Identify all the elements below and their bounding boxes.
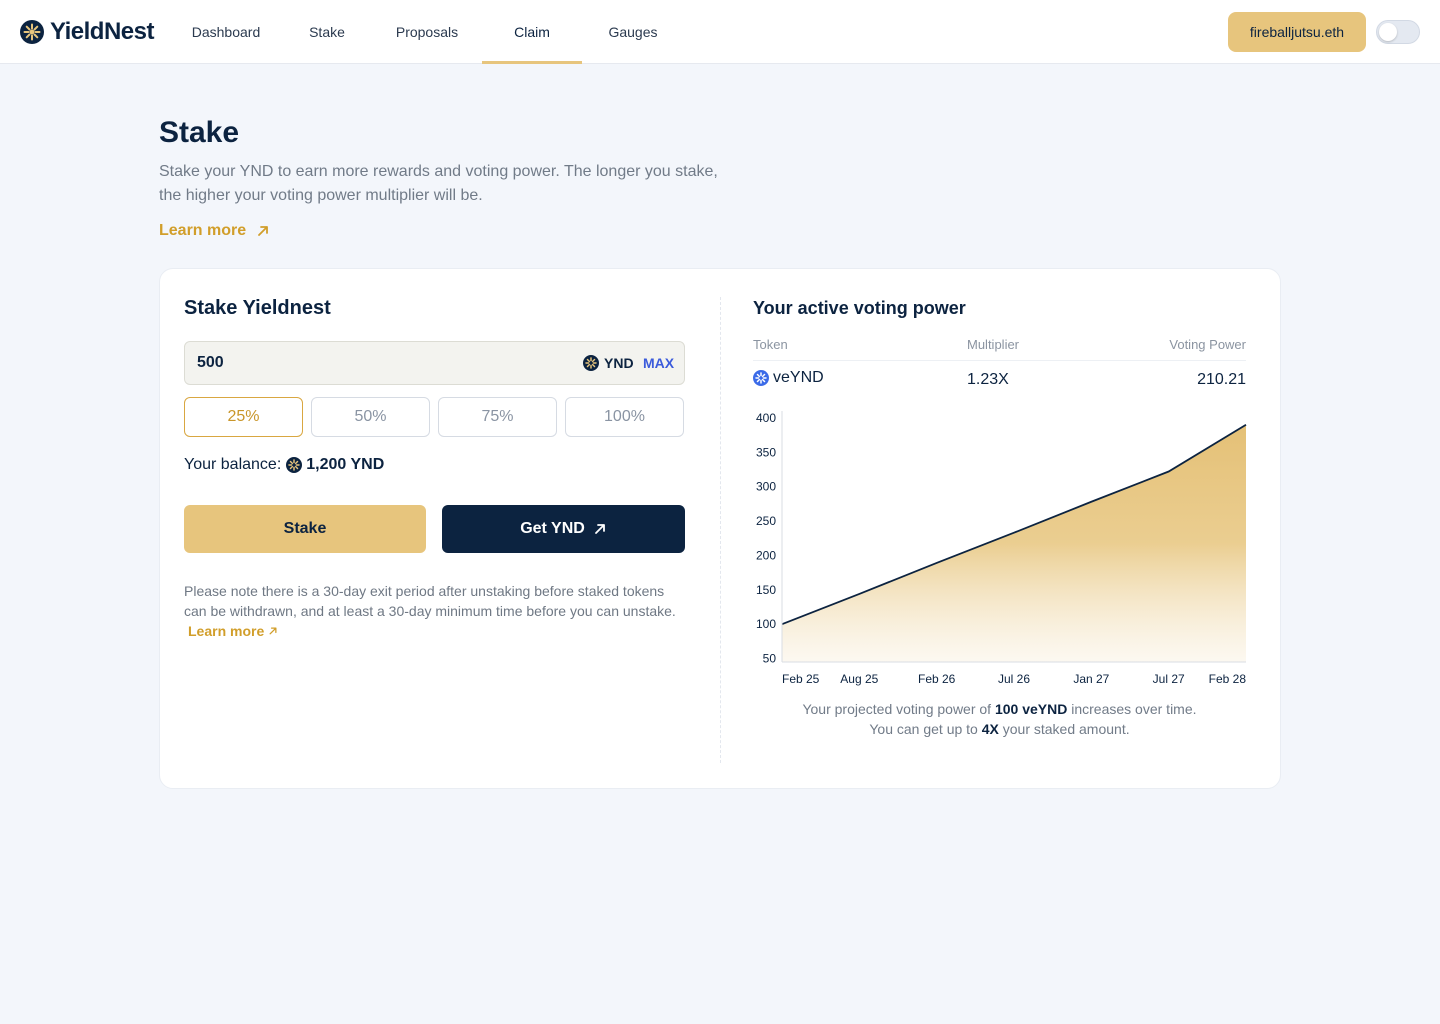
percent-50-button[interactable]: 50% [311, 397, 430, 437]
caption-text-3: You can get up to [869, 721, 982, 737]
caption-amount: 100 veYND [994, 701, 1068, 717]
token-chip: YND [583, 355, 634, 371]
top-navigation-bar: YieldNest Dashboard Stake Proposals Clai… [0, 0, 1440, 64]
stake-card: Stake Yieldnest YND MAX 25% 50% 75% 100%… [159, 268, 1281, 789]
y-tick-label: 400 [756, 411, 776, 425]
max-button[interactable]: MAX [643, 355, 674, 371]
learn-more-label: Learn more [159, 222, 247, 239]
ynd-token-icon [583, 355, 599, 371]
card-divider [720, 297, 721, 763]
x-tick-label: Feb 25 [782, 672, 820, 686]
nav-proposals[interactable]: Proposals [372, 0, 482, 64]
y-tick-label: 300 [756, 480, 776, 494]
get-ynd-button[interactable]: Get YND [442, 505, 685, 553]
percent-selector: 25% 50% 75% 100% [184, 397, 684, 437]
voting-power-chart: 400 350 300 250 200 150 100 50 Feb 25 Aug 25 Feb 2… [753, 405, 1253, 695]
chart-caption: Your projected voting power of 100 veYND… [753, 699, 1246, 739]
y-tick-label: 150 [756, 583, 776, 597]
token-cell: veYND [753, 369, 824, 387]
percent-100-button[interactable]: 100% [565, 397, 684, 437]
stake-form-title: Stake Yieldnest [184, 297, 331, 319]
caption-text-1: Your projected voting power of [802, 701, 995, 717]
nav-label: Dashboard [191, 24, 261, 40]
theme-toggle[interactable] [1376, 20, 1420, 44]
amount-input[interactable] [197, 342, 497, 384]
stake-button[interactable]: Stake [184, 505, 426, 553]
exit-period-note: Please note there is a 30-day exit perio… [184, 581, 684, 641]
external-arrow-icon [269, 627, 277, 635]
percent-75-button[interactable]: 75% [438, 397, 557, 437]
nav-stake[interactable]: Stake [282, 0, 372, 64]
brand-logo[interactable]: YieldNest [20, 18, 154, 46]
nav-claim[interactable]: Claim [482, 0, 582, 64]
caption-text-4: your staked amount. [998, 721, 1130, 737]
percent-25-button[interactable]: 25% [184, 397, 303, 437]
learn-more-link[interactable]: Learn more [159, 222, 270, 240]
balance-label: Your balance: [184, 456, 282, 473]
note-learn-more-link[interactable]: Learn more [188, 623, 278, 639]
note-link-label: Learn more [188, 623, 265, 639]
veynd-token-icon [753, 370, 769, 386]
y-tick-label: 100 [756, 617, 776, 631]
get-ynd-label: Get YND [520, 520, 585, 537]
y-tick-label: 50 [763, 652, 777, 666]
token-symbol: YND [604, 355, 634, 371]
col-multiplier: Multiplier [967, 337, 1020, 352]
toggle-knob [1379, 23, 1397, 41]
x-tick-label: Aug 25 [840, 672, 878, 686]
nav-gauges[interactable]: Gauges [582, 0, 684, 64]
amount-field[interactable]: YND MAX [184, 341, 685, 385]
x-tick-label: Jul 26 [998, 672, 1030, 686]
col-token: Token [753, 337, 788, 352]
token-name: veYND [773, 369, 824, 386]
voting-table-header: Token Multiplier Voting Power [753, 337, 1246, 361]
nav-label: Proposals [395, 24, 459, 40]
nav-dashboard[interactable]: Dashboard [170, 0, 282, 64]
x-tick-label: Feb 28 [1209, 672, 1247, 686]
voting-power-chart-svg: 400 350 300 250 200 150 100 50 Feb 25 Aug 25 Feb 2… [756, 411, 1247, 686]
caption-text-2: increases over time. [1067, 701, 1197, 717]
x-tick-label: Jan 27 [1073, 672, 1109, 686]
y-tick-label: 250 [756, 514, 776, 528]
x-tick-label: Feb 26 [918, 672, 956, 686]
y-tick-label: 350 [756, 445, 776, 459]
voting-table-row: veYND 1.23X 210.21 [753, 369, 1246, 393]
brand-name: YieldNest [50, 18, 154, 45]
nav-label: Gauges [608, 24, 658, 40]
page-title: Stake [159, 116, 240, 149]
external-arrow-icon [258, 226, 269, 236]
col-voting-power: Voting Power [1169, 337, 1246, 352]
voting-power-title: Your active voting power [753, 298, 966, 318]
page-description: Stake your YND to earn more rewards and … [159, 163, 718, 204]
external-arrow-icon [594, 524, 605, 534]
wallet-button[interactable]: fireballjutsu.eth [1228, 12, 1366, 52]
balance-display: Your balance: 1,200 YND [184, 456, 384, 474]
nav-label: Stake [309, 24, 345, 40]
nav-label: Claim [514, 24, 550, 40]
balance-value: 1,200 YND [306, 456, 385, 473]
voting-power-area [782, 424, 1246, 662]
ynd-token-icon [286, 457, 303, 473]
multiplier-value: 1.23X [967, 371, 1009, 388]
note-text: Please note there is a 30-day exit perio… [184, 583, 676, 619]
main-nav: Dashboard Stake Proposals Claim Gauges [170, 0, 684, 64]
x-tick-label: Jul 27 [1153, 672, 1185, 686]
y-tick-label: 200 [756, 548, 776, 562]
caption-max-multiplier: 4X [981, 721, 999, 737]
voting-power-value: 210.21 [1197, 371, 1246, 388]
yieldnest-logo-icon [20, 20, 44, 44]
